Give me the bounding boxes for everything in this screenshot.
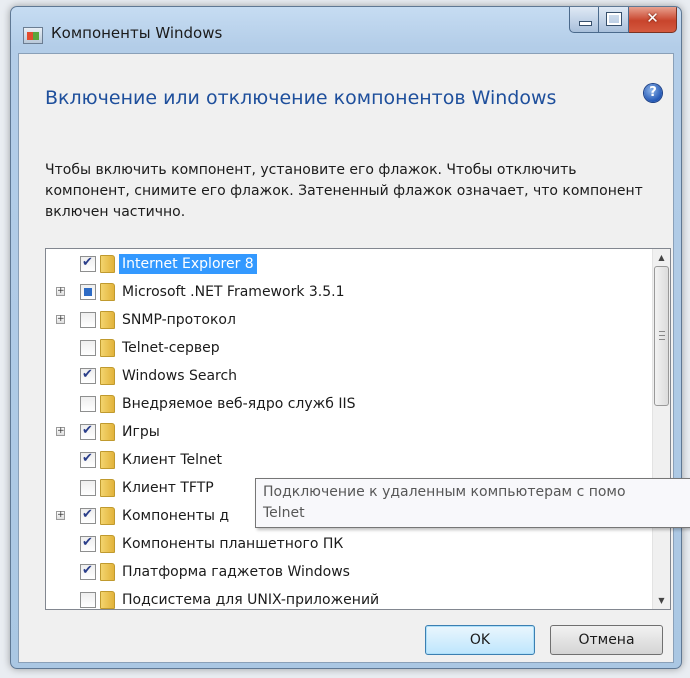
feature-checkbox[interactable] <box>80 480 96 496</box>
feature-tooltip: Подключение к удаленным компьютерам с по… <box>255 478 690 528</box>
feature-label[interactable]: Игры <box>122 422 160 442</box>
expand-plus-icon[interactable]: + <box>56 315 65 324</box>
scroll-down-arrow-icon[interactable]: ▼ <box>653 592 670 609</box>
expand-plus-icon[interactable]: + <box>56 287 65 296</box>
feature-checkbox[interactable] <box>80 563 96 580</box>
folder-icon <box>100 507 115 525</box>
feature-row[interactable]: Internet Explorer 8 <box>46 250 646 278</box>
close-icon: ✕ <box>646 9 659 27</box>
feature-checkbox[interactable] <box>80 535 96 552</box>
feature-checkbox[interactable] <box>80 284 96 300</box>
folder-icon <box>100 339 115 357</box>
window-app-icon <box>23 27 43 44</box>
features-tree: Internet Explorer 8 + Microsoft .NET Frame… <box>45 248 671 610</box>
feature-row[interactable]: Клиент Telnet <box>46 446 646 474</box>
feature-label[interactable]: Telnet-сервер <box>122 338 220 358</box>
cancel-button[interactable]: Отмена <box>550 625 663 655</box>
dialog-content: Включение или отключение компонентов Win… <box>18 53 674 663</box>
instructions-text: Чтобы включить компонент, установите его… <box>45 162 643 220</box>
feature-checkbox[interactable] <box>80 423 96 440</box>
folder-icon <box>100 591 115 609</box>
feature-checkbox[interactable] <box>80 312 96 328</box>
title-bar[interactable]: Компоненты Windows ✕ <box>11 7 681 53</box>
scroll-up-arrow-icon[interactable]: ▲ <box>653 249 670 266</box>
scrollbar-thumb[interactable] <box>654 266 669 406</box>
feature-checkbox[interactable] <box>80 367 96 384</box>
feature-label[interactable]: Компоненты д <box>122 506 229 526</box>
expand-plus-icon[interactable]: + <box>56 427 65 436</box>
tooltip-line-2: Telnet <box>263 505 305 521</box>
feature-row[interactable]: + SNMP-протокол <box>46 306 646 334</box>
feature-label[interactable]: Internet Explorer 8 <box>119 254 257 274</box>
feature-label[interactable]: Клиент Telnet <box>122 450 222 470</box>
feature-row[interactable]: Telnet-сервер <box>46 334 646 362</box>
feature-label[interactable]: Подсистема для UNIX-приложений <box>122 590 379 609</box>
feature-checkbox[interactable] <box>80 451 96 468</box>
feature-label[interactable]: Windows Search <box>122 366 237 386</box>
feature-label[interactable]: Компоненты планшетного ПК <box>122 534 343 554</box>
feature-label[interactable]: Microsoft .NET Framework 3.5.1 <box>122 282 345 302</box>
minimize-button[interactable] <box>569 7 599 33</box>
expand-plus-icon[interactable]: + <box>56 511 65 520</box>
feature-checkbox[interactable] <box>80 507 96 524</box>
window-title: Компоненты Windows <box>51 24 223 42</box>
feature-label[interactable]: Внедряемое веб-ядро служб IIS <box>122 394 356 414</box>
feature-row[interactable]: Windows Search <box>46 362 646 390</box>
feature-checkbox[interactable] <box>80 255 96 272</box>
maximize-button[interactable] <box>599 7 629 33</box>
page-title: Включение или отключение компонентов Win… <box>45 87 557 109</box>
ok-button[interactable]: OK <box>425 625 535 655</box>
feature-checkbox[interactable] <box>80 592 96 608</box>
feature-checkbox[interactable] <box>80 340 96 356</box>
dialog-window: Компоненты Windows ✕ Включение или отклю… <box>10 6 682 669</box>
tree-scrollbar[interactable]: ▲ ▼ <box>652 249 670 609</box>
minimize-icon <box>579 21 592 26</box>
feature-row[interactable]: Внедряемое веб-ядро служб IIS <box>46 390 646 418</box>
help-icon[interactable]: ? <box>644 84 662 102</box>
feature-row[interactable]: Компоненты планшетного ПК <box>46 530 646 558</box>
folder-icon <box>100 395 115 413</box>
feature-row[interactable]: + Microsoft .NET Framework 3.5.1 <box>46 278 646 306</box>
folder-icon <box>100 255 115 273</box>
folder-icon <box>100 367 115 385</box>
folder-icon <box>100 563 115 581</box>
feature-label[interactable]: Клиент TFTP <box>122 478 214 498</box>
folder-icon <box>100 423 115 441</box>
folder-icon <box>100 451 115 469</box>
feature-row[interactable]: Платформа гаджетов Windows <box>46 558 646 586</box>
folder-icon <box>100 535 115 553</box>
feature-label[interactable]: SNMP-протокол <box>122 310 236 330</box>
feature-row[interactable]: + Игры <box>46 418 646 446</box>
window-controls: ✕ <box>569 7 677 33</box>
close-button[interactable]: ✕ <box>629 7 677 33</box>
folder-icon <box>100 311 115 329</box>
feature-checkbox[interactable] <box>80 396 96 412</box>
feature-row[interactable]: Подсистема для UNIX-приложений <box>46 586 646 609</box>
tooltip-line-1: Подключение к удаленным компьютерам с по… <box>263 484 626 500</box>
folder-icon <box>100 283 115 301</box>
maximize-icon <box>606 12 622 26</box>
folder-icon <box>100 479 115 497</box>
feature-label[interactable]: Платформа гаджетов Windows <box>122 562 350 582</box>
